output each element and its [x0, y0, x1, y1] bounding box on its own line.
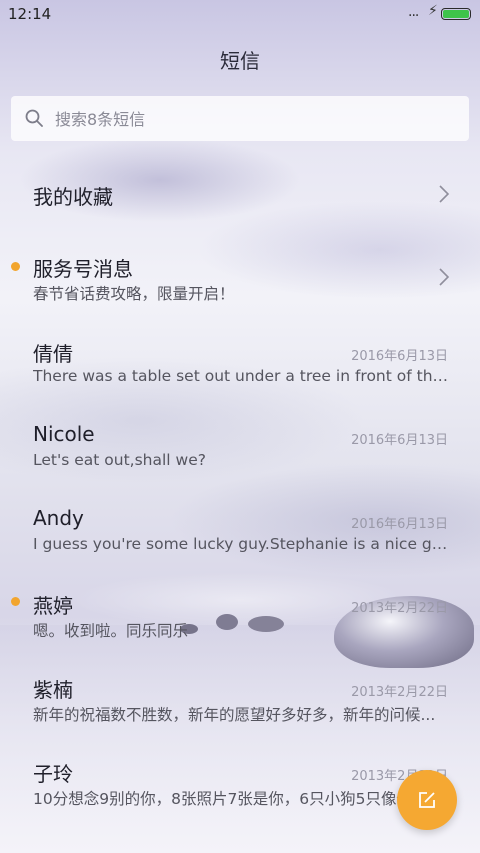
search-input[interactable] [53, 96, 437, 143]
battery-level [443, 10, 469, 18]
conversation-row[interactable]: Andy 2016年6月13日 I guess you're some luck… [0, 498, 480, 568]
conversation-date: 2013年2月22日 [351, 685, 448, 700]
conversation-preview: 嗯。收到啦。同乐同乐 [33, 622, 189, 640]
conversation-preview: There was a table set out under a tree i… [33, 367, 449, 385]
charging-icon: ⚡ [428, 3, 438, 19]
conversation-row[interactable]: 燕婷 2013年2月22日 嗯。收到啦。同乐同乐 [0, 582, 480, 652]
search-icon [25, 109, 43, 127]
conversation-preview: 新年的祝福数不胜数，新年的愿望好多好多，新年的问候... [33, 706, 436, 724]
battery-icon [441, 8, 471, 20]
conversation-row[interactable]: 倩倩 2016年6月13日 There was a table set out … [0, 330, 480, 400]
conversation-name: 倩倩 [33, 342, 73, 366]
conversation-preview: 10分想念9别的你，8张照片7张是你，6只小狗5只像你 [33, 790, 413, 808]
status-time: 12:14 [8, 5, 52, 23]
conversation-preview: Let's eat out,shall we? [33, 451, 206, 469]
conversation-name: 紫楠 [33, 678, 73, 702]
conversation-date: 2016年6月13日 [351, 349, 448, 364]
favorites-row[interactable]: 我的收藏 [0, 165, 480, 225]
conversation-name: 服务号消息 [33, 257, 133, 281]
conversation-name: 燕婷 [33, 594, 73, 618]
service-messages-row[interactable]: 服务号消息 春节省话费攻略，限量开启！ [0, 245, 480, 315]
conversation-preview: 春节省话费攻略，限量开启！ [33, 285, 235, 303]
page-title: 短信 [220, 49, 260, 73]
favorites-label: 我的收藏 [33, 185, 113, 209]
unread-dot [11, 262, 20, 271]
conversation-name: Nicole [33, 422, 95, 446]
compose-button[interactable] [397, 770, 457, 830]
signal-dots-icon: ... [408, 4, 419, 20]
compose-icon [419, 792, 435, 808]
status-bar: 12:14 ... ⚡ [0, 0, 480, 28]
conversation-row[interactable]: 紫楠 2013年2月22日 新年的祝福数不胜数，新年的愿望好多好多，新年的问候.… [0, 666, 480, 736]
conversation-preview: I guess you're some lucky guy.Stephanie … [33, 535, 449, 553]
conversation-date: 2013年2月22日 [351, 601, 448, 616]
chevron-right-icon [439, 185, 450, 203]
search-bar[interactable] [11, 96, 469, 143]
conversation-date: 2016年6月13日 [351, 517, 448, 532]
conversation-name: Andy [33, 506, 84, 530]
conversation-name: 子玲 [33, 762, 73, 786]
conversation-row[interactable]: Nicole 2016年6月13日 Let's eat out,shall we… [0, 414, 480, 484]
unread-dot [11, 597, 20, 606]
conversation-date: 2016年6月13日 [351, 433, 448, 448]
chevron-right-icon [439, 268, 450, 286]
